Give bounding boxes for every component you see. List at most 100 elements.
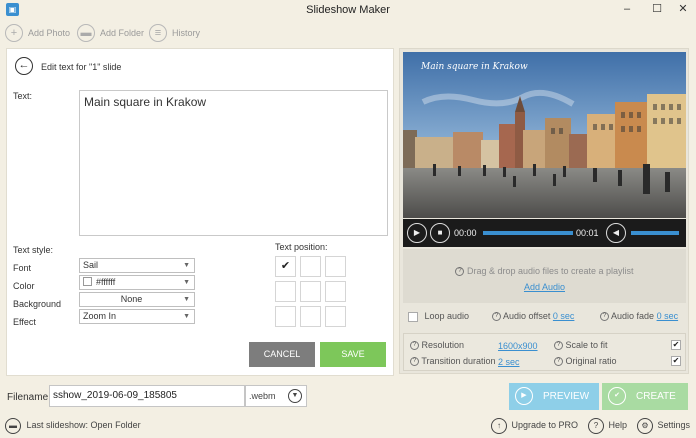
scale-to-fit-checkbox[interactable]: ✔ [671, 340, 681, 350]
chevron-down-icon: ▼ [183, 262, 190, 269]
upgrade-button[interactable]: ↑ Upgrade to PRO [491, 418, 578, 434]
preview-label: PREVIEW [543, 391, 590, 402]
toolbar: + Add Photo ▬ Add Folder ≡ History [0, 22, 696, 44]
list-icon: ≡ [149, 24, 167, 42]
volume-icon[interactable]: ◀ [606, 223, 626, 243]
help-icon: ? [600, 312, 609, 322]
position-top-center[interactable] [300, 256, 321, 277]
chevron-down-icon: ▼ [288, 389, 302, 403]
video-preview: Main square in Krakow [403, 52, 686, 218]
close-button[interactable]: ✕ [668, 0, 696, 20]
audio-offset-label: Audio offset [503, 311, 551, 321]
info-icon: ? [455, 267, 465, 277]
position-top-right[interactable] [325, 256, 346, 277]
text-label: Text: [13, 91, 33, 101]
last-slideshow-link[interactable]: ▬ Last slideshow: Open Folder [5, 418, 141, 434]
filename-label: Filename: [7, 392, 51, 403]
preview-panel: Main square in Krakow ▶ ■ 00:00 00:01 ◀ … [399, 48, 689, 374]
position-bottom-center[interactable] [300, 306, 321, 327]
create-button[interactable]: ✔ CREATE [602, 383, 688, 410]
audio-drop-zone[interactable]: ? Drag & drop audio files to create a pl… [403, 249, 686, 303]
background-select[interactable]: None ▼ [79, 292, 195, 307]
create-label: CREATE [636, 391, 676, 402]
video-caption: Main square in Krakow [421, 62, 528, 72]
back-arrow-icon[interactable]: ← [15, 57, 33, 75]
gear-icon: ⚙ [637, 418, 653, 434]
add-audio-link[interactable]: Add Audio [403, 282, 686, 292]
position-bottom-left[interactable] [275, 306, 296, 327]
scale-label: Scale to fit [565, 340, 608, 350]
history-button[interactable]: ≡ History [149, 24, 200, 42]
loop-audio-checkbox[interactable] [408, 311, 418, 322]
text-position-heading: Text position: [275, 242, 328, 252]
window-title: Slideshow Maker [306, 4, 390, 16]
text-style-heading: Text style: [13, 245, 54, 255]
resolution-link[interactable]: 1600x900 [498, 341, 538, 351]
chevron-down-icon: ▼ [183, 279, 190, 286]
last-slideshow-text: Last slideshow: Open Folder [26, 420, 141, 431]
add-photo-label: Add Photo [28, 28, 71, 38]
font-select[interactable]: Sail ▼ [79, 258, 195, 273]
help-icon: ? [410, 341, 419, 351]
stop-icon[interactable]: ■ [430, 223, 450, 243]
transition-label: Transition duration [421, 356, 496, 366]
effect-select[interactable]: Zoom In ▼ [79, 309, 195, 324]
editor-heading: Edit text for "1" slide [41, 62, 122, 72]
filename-input[interactable]: sshow_2019-06-09_185805 [49, 385, 245, 407]
add-folder-label: Add Folder [100, 28, 145, 38]
drop-hint: ? Drag & drop audio files to create a pl… [403, 266, 686, 277]
effect-value: Zoom In [83, 311, 117, 321]
folder-icon: ▬ [77, 24, 95, 42]
slide-text-input[interactable]: Main square in Krakow [79, 90, 388, 236]
cancel-button[interactable]: CANCEL [249, 342, 315, 367]
color-select[interactable]: #ffffff ▼ [79, 275, 195, 290]
settings-button[interactable]: ⚙ Settings [637, 418, 690, 434]
help-icon: ? [554, 341, 563, 351]
preview-button[interactable]: ▶ PREVIEW [509, 383, 599, 410]
extension-select[interactable]: .webm ▼ [245, 385, 307, 407]
help-icon: ? [554, 357, 563, 367]
check-icon: ✔ [608, 387, 626, 405]
transition-link[interactable]: 2 sec [498, 357, 520, 367]
audio-fade-link[interactable]: 0 sec [657, 311, 679, 321]
font-value: Sail [83, 260, 99, 270]
position-top-left[interactable]: ✔ [275, 256, 296, 277]
color-label: Color [13, 281, 35, 291]
play-icon[interactable]: ▶ [407, 223, 427, 243]
position-middle-right[interactable] [325, 281, 346, 302]
arrow-up-icon: ↑ [491, 418, 507, 434]
history-label: History [172, 28, 201, 38]
total-time: 00:01 [576, 228, 599, 238]
loop-audio-label: Loop audio [424, 311, 470, 321]
chevron-down-icon: ▼ [183, 313, 190, 320]
audio-offset-link[interactable]: 0 sec [553, 311, 575, 321]
resolution-label: Resolution [421, 340, 465, 350]
save-button[interactable]: SAVE [320, 342, 386, 367]
krakow-square-image [403, 52, 686, 218]
position-bottom-right[interactable] [325, 306, 346, 327]
audio-fade-label: Audio fade [611, 311, 655, 321]
title-bar: ▣ Slideshow Maker – ☐ ✕ [0, 0, 696, 20]
original-ratio-checkbox[interactable]: ✔ [671, 356, 681, 366]
position-middle-left[interactable] [275, 281, 296, 302]
add-folder-button[interactable]: ▬ Add Folder [77, 24, 144, 42]
minimize-button[interactable]: – [612, 0, 642, 20]
color-value: #ffffff [96, 277, 116, 287]
help-button[interactable]: ? Help [588, 418, 627, 434]
position-middle-center[interactable] [300, 281, 321, 302]
color-swatch [83, 277, 92, 287]
player-controls: ▶ ■ 00:00 00:01 ◀ [403, 219, 686, 247]
text-editor-panel: ← Edit text for "1" slide Text: Main squ… [6, 48, 394, 376]
plus-icon: + [5, 24, 23, 42]
help-icon: ? [410, 357, 419, 367]
volume-slider[interactable] [631, 231, 679, 235]
audio-options: Loop audio ? Audio offset 0 sec ? Audio … [400, 309, 688, 325]
drop-hint-text: Drag & drop audio files to create a play… [466, 266, 634, 276]
timeline-slider[interactable] [483, 231, 573, 235]
help-label: Help [608, 420, 628, 431]
play-icon: ▶ [515, 387, 533, 405]
font-label: Font [13, 263, 32, 273]
background-value: None [120, 294, 143, 304]
effect-label: Effect [13, 317, 36, 327]
add-photo-button[interactable]: + Add Photo [5, 24, 70, 42]
